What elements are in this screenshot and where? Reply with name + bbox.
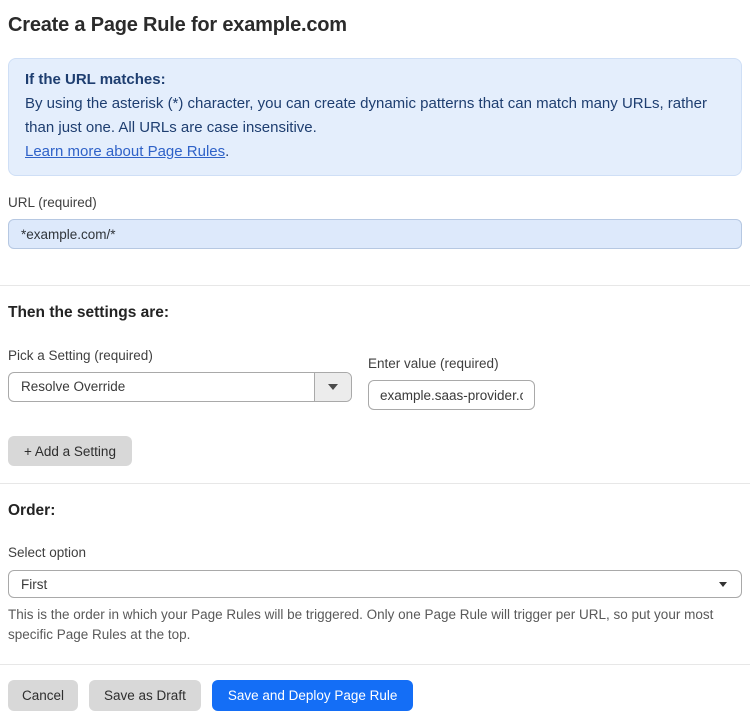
cancel-button[interactable]: Cancel bbox=[8, 680, 79, 711]
save-and-deploy-button[interactable]: Save and Deploy Page Rule bbox=[211, 680, 414, 711]
url-field-label: URL (required) bbox=[8, 195, 97, 210]
chevron-down-icon bbox=[328, 384, 338, 390]
order-section-heading: Order: bbox=[8, 502, 56, 519]
url-input[interactable] bbox=[8, 219, 742, 249]
add-setting-button[interactable]: + Add a Setting bbox=[8, 436, 132, 466]
settings-row: Pick a Setting (required) Resolve Overri… bbox=[8, 348, 742, 410]
pick-setting-dropdown[interactable]: Resolve Override bbox=[8, 372, 352, 402]
url-match-info-box: If the URL matches: By using the asteris… bbox=[8, 58, 742, 176]
order-selected-value: First bbox=[21, 576, 48, 592]
info-box-heading: If the URL matches: bbox=[25, 71, 166, 88]
pick-setting-label: Pick a Setting (required) bbox=[8, 348, 153, 363]
page-rule-form: Create a Page Rule for example.com If th… bbox=[0, 13, 750, 711]
save-as-draft-button[interactable]: Save as Draft bbox=[89, 680, 201, 711]
info-box-link-line: Learn more about Page Rules. bbox=[25, 140, 725, 164]
section-divider bbox=[0, 285, 750, 286]
setting-value-input[interactable] bbox=[368, 380, 535, 410]
order-select-label: Select option bbox=[8, 545, 87, 560]
settings-section-heading: Then the settings are: bbox=[8, 304, 170, 321]
footer-divider bbox=[0, 664, 750, 665]
page-title: Create a Page Rule for example.com bbox=[8, 14, 347, 36]
order-dropdown[interactable]: First bbox=[8, 570, 742, 598]
order-help-text: This is the order in which your Page Rul… bbox=[8, 607, 714, 642]
section-divider bbox=[0, 483, 750, 484]
learn-more-link[interactable]: Learn more about Page Rules bbox=[25, 143, 225, 160]
chevron-down-icon bbox=[719, 581, 727, 587]
enter-value-column: Enter value (required) bbox=[368, 348, 535, 410]
info-box-body: By using the asterisk (*) character, you… bbox=[25, 95, 707, 136]
dropdown-arrow-button[interactable] bbox=[314, 373, 351, 401]
pick-setting-column: Pick a Setting (required) Resolve Overri… bbox=[8, 348, 352, 410]
link-period: . bbox=[225, 143, 230, 160]
pick-setting-selected-value: Resolve Override bbox=[21, 379, 126, 394]
enter-value-label: Enter value (required) bbox=[368, 356, 499, 371]
footer-actions: Cancel Save as Draft Save and Deploy Pag… bbox=[8, 680, 742, 711]
